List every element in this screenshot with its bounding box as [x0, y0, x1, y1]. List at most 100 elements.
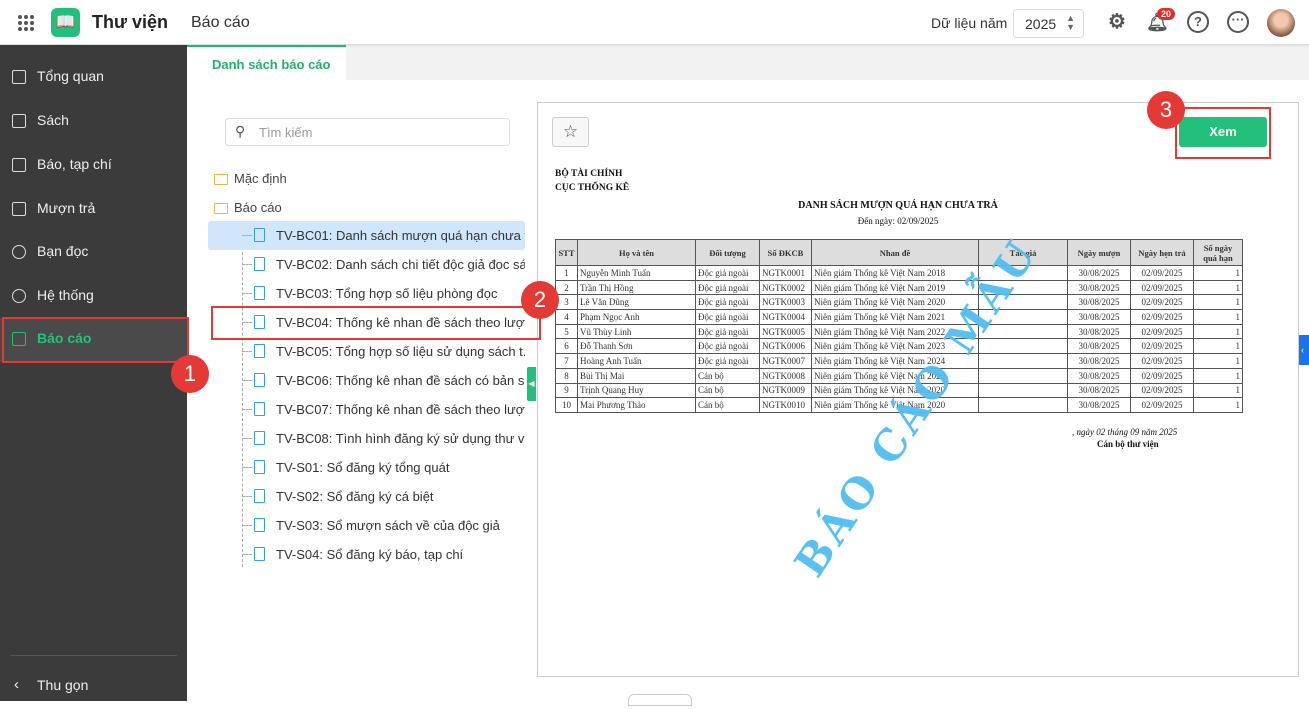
table-cell: 9 [555, 382, 578, 399]
tree-connector [242, 380, 252, 381]
table-cell: 6 [555, 338, 578, 355]
sidebar-item-borrow[interactable]: Mượn trả [0, 188, 187, 232]
table-cell [978, 338, 1068, 355]
tree-item-report[interactable]: TV-BC02: Danh sách chi tiết độc giả đọc … [208, 250, 525, 279]
tree-item-label: TV-S01: Sổ đăng ký tổng quát [276, 460, 450, 475]
tree-item-report[interactable]: TV-S03: Sổ mượn sách về của độc giả [208, 511, 525, 540]
year-value: 2025 [1025, 16, 1057, 32]
file-icon [254, 518, 265, 532]
table-cell: 30/08/2025 [1067, 397, 1131, 413]
tree-item-report[interactable]: TV-BC07: Thống kê nhan đề sách theo lượt… [208, 395, 525, 424]
column-header: Đối tượng [695, 239, 760, 266]
tree-item-report[interactable]: TV-BC01: Danh sách mượn quá hạn chưa trả [208, 221, 525, 250]
column-header: Số ngày quá hạn [1193, 239, 1243, 266]
table-cell: 02/09/2025 [1130, 323, 1194, 340]
report-date-line: , ngày 02 tháng 09 năm 2025 [1072, 427, 1178, 437]
file-icon [254, 257, 265, 271]
favorite-star-icon[interactable]: ☆ [552, 117, 589, 147]
table-row: 6 Đỗ Thanh Sơn Độc giả ngoài NGTK0006 Niên g… [555, 338, 1243, 355]
sidebar-item-label: Mượn trả [37, 200, 96, 216]
report-title: DANH SÁCH MƯỢN QUÁ HẠN CHƯA TRẢ [798, 200, 998, 211]
table-cell: 02/09/2025 [1130, 353, 1194, 369]
settings-gear-icon[interactable]: ⚙ [1106, 11, 1128, 33]
folder-reports[interactable]: Báo cáo [214, 200, 282, 215]
tree-connector [242, 554, 252, 555]
year-select[interactable]: 2025 ▲ ▼ [1013, 9, 1084, 38]
tree-item-report[interactable]: TV-BC03: Tổng hợp số liệu phòng đọc [208, 279, 525, 308]
borrow-icon [12, 202, 26, 216]
table-cell: Độc giả ngoài [695, 338, 760, 355]
tree-connector [242, 467, 252, 468]
sidebar-item-label: Hệ thống [37, 287, 94, 303]
table-cell: 02/09/2025 [1130, 382, 1194, 399]
tree-item-label: TV-S04: Sổ đăng ký báo, tạp chí [276, 547, 464, 562]
sidebar-item-overview[interactable]: Tổng quan [0, 56, 187, 100]
user-avatar[interactable] [1267, 9, 1295, 37]
tree-item-label: TV-S03: Sổ mượn sách về của độc giả [276, 518, 500, 533]
apps-grid-icon[interactable] [18, 15, 34, 31]
tree-connector [242, 293, 252, 294]
table-row: 2 Trần Thị Hồng Độc giả ngoài NGTK0002 Niên … [555, 279, 1243, 296]
more-dots-icon[interactable]: ··· [1227, 11, 1249, 33]
table-cell: Độc giả ngoài [695, 353, 760, 369]
book-icon [12, 114, 26, 128]
table-cell: 30/08/2025 [1067, 338, 1131, 355]
tree-item-report[interactable]: TV-S01: Sổ đăng ký tổng quát [208, 453, 525, 482]
breadcrumb: Báo cáo [191, 14, 250, 31]
table-cell: Lê Văn Dũng [577, 294, 696, 311]
sidebar-item-label: Bạn đọc [37, 243, 89, 259]
table-cell: 4 [555, 309, 578, 325]
newspaper-icon [12, 158, 26, 172]
table-cell: Độc giả ngoài [695, 309, 760, 325]
table-cell: 1 [1193, 309, 1243, 325]
table-cell: 30/08/2025 [1067, 279, 1131, 296]
sidebar-item-books[interactable]: Sách [0, 100, 187, 144]
table-cell: 02/09/2025 [1130, 294, 1194, 311]
tree-item-label: TV-BC07: Thống kê nhan đề sách theo lượt… [276, 402, 525, 417]
sidebar-item-system[interactable]: Hệ thống [0, 275, 187, 319]
annotation-box-3 [1175, 107, 1271, 159]
table-cell: NGTK0007 [759, 353, 812, 369]
table-cell: NGTK0006 [759, 338, 812, 355]
file-icon [254, 344, 265, 358]
tree-connector [242, 496, 252, 497]
search-input[interactable]: ⚲ Tìm kiếm [225, 118, 510, 146]
table-cell: 30/08/2025 [1067, 382, 1131, 399]
file-icon [254, 431, 265, 445]
sidebar-item-newspapers[interactable]: Báo, tạp chí [0, 144, 187, 188]
table-cell: Phạm Ngọc Anh [577, 309, 696, 325]
table-cell: 02/09/2025 [1130, 367, 1194, 384]
tab-report-list[interactable]: Danh sách báo cáo [187, 45, 346, 80]
sidebar-item-readers[interactable]: Bạn đọc [0, 231, 187, 275]
tree-item-report[interactable]: TV-S02: Sổ đăng ký cá biệt [208, 482, 525, 511]
table-cell: Cán bộ [695, 367, 760, 384]
table-cell: 7 [555, 353, 578, 369]
file-icon [254, 402, 265, 416]
collapse-panel-button[interactable]: ◀ [527, 367, 536, 401]
table-cell: Độc giả ngoài [695, 323, 760, 340]
table-cell: Độc giả ngoài [695, 265, 760, 281]
tree-item-report[interactable]: TV-S04: Sổ đăng ký báo, tạp chí [208, 540, 525, 569]
table-cell: NGTK0005 [759, 323, 812, 340]
folder-default[interactable]: Mặc định [214, 171, 287, 186]
table-cell: NGTK0010 [759, 397, 812, 413]
report-signer: Cán bộ thư viện [1097, 439, 1159, 449]
table-cell: 02/09/2025 [1130, 338, 1194, 355]
table-cell: 8 [555, 367, 578, 384]
tree-item-report[interactable]: TV-BC06: Thống kê nhan đề sách có bản s.… [208, 366, 525, 395]
tree-item-report[interactable]: TV-BC05: Tổng hợp số liệu sử dụng sách t… [208, 337, 525, 366]
tree-item-report[interactable]: TV-BC08: Tình hình đăng ký sử dụng thư v… [208, 424, 525, 453]
annotation-marker-3: 3 [1147, 91, 1185, 129]
table-row: 3 Lê Văn Dũng Độc giả ngoài NGTK0003 Niên gi… [555, 294, 1243, 311]
bottom-handle[interactable] [628, 694, 692, 706]
top-header: 📖 Thư viện Báo cáo Dữ liệu năm 2025 ▲ ▼ ⚙ … [0, 0, 1309, 45]
help-circle-icon[interactable]: ? [1187, 11, 1209, 33]
table-cell: 1 [1193, 338, 1243, 355]
search-icon: ⚲ [235, 123, 246, 139]
table-cell: Niên giám Thống kê Việt Nam 2018 [811, 265, 979, 281]
table-cell: 02/09/2025 [1130, 309, 1194, 325]
collapse-button[interactable]: ‹ Thu gọn [0, 665, 187, 709]
chart-icon [12, 70, 26, 84]
table-cell: 02/09/2025 [1130, 265, 1194, 281]
column-header: Họ và tên [577, 239, 696, 266]
